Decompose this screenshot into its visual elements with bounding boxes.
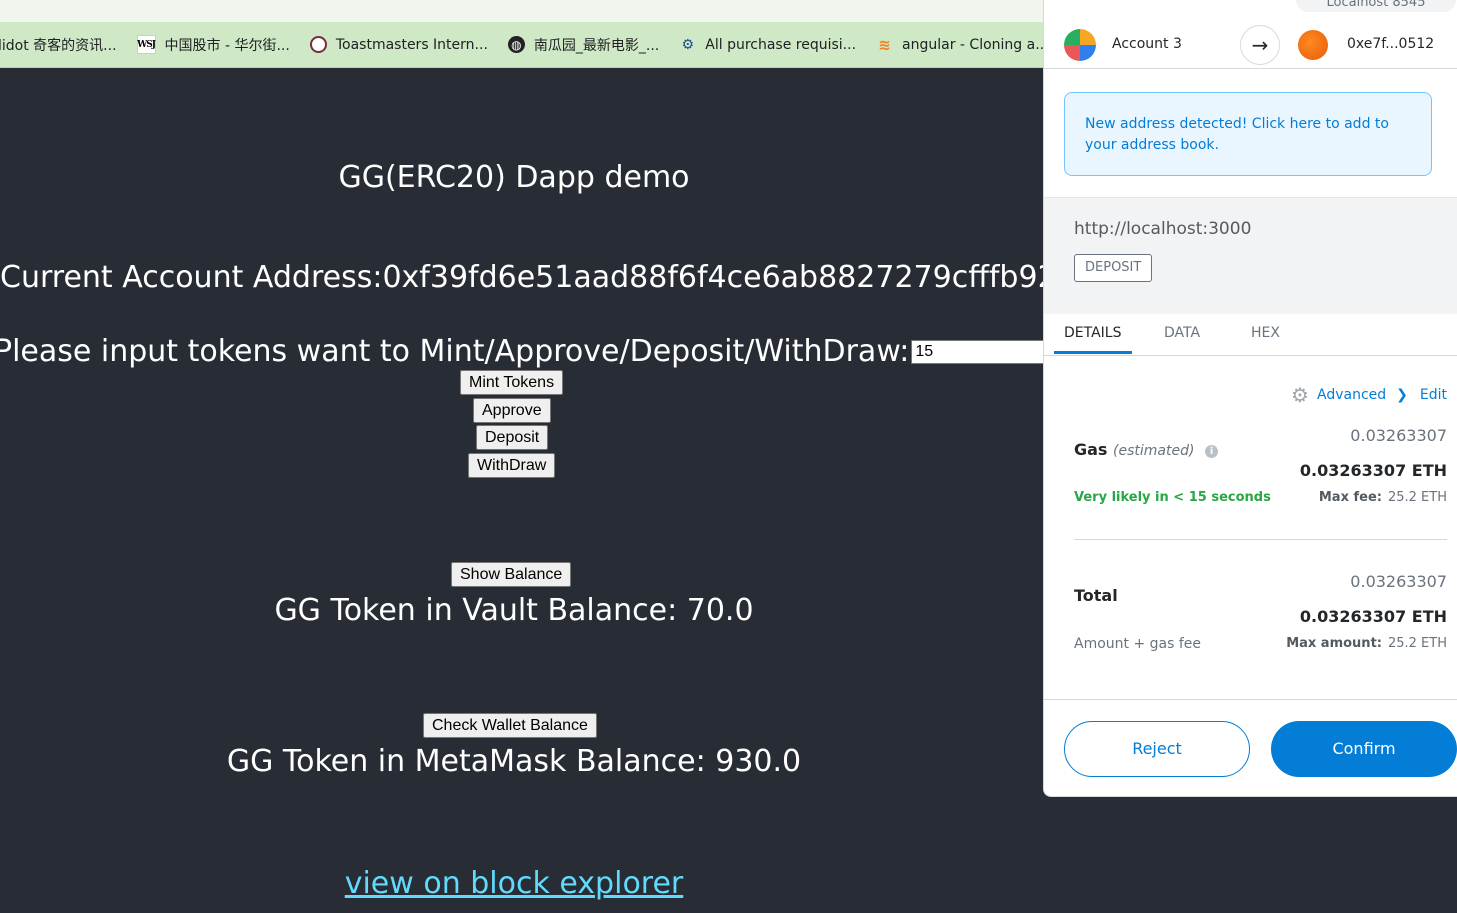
active-tab-indicator: [1054, 351, 1132, 354]
to-account-avatar: [1298, 30, 1328, 60]
gear-icon: ⚙: [1291, 383, 1309, 407]
edit-link[interactable]: Edit: [1420, 387, 1447, 403]
amount-gas-fee-label: Amount + gas fee: [1074, 636, 1202, 652]
deposit-button[interactable]: Deposit: [476, 425, 549, 450]
bookmark-purchase[interactable]: ⚙ All purchase requisi...: [679, 36, 856, 53]
tx-tabs: DETAILS DATA HEX: [1044, 313, 1457, 356]
withdraw-button[interactable]: WithDraw: [468, 453, 556, 478]
bookmark-label: All purchase requisi...: [705, 36, 857, 53]
account-transfer-row: Account 3 → 0xe7f...0512: [1044, 22, 1457, 69]
block-explorer-link-text[interactable]: view on block explorer: [345, 866, 684, 901]
gas-value-primary: 0.03263307 ETH: [1299, 461, 1447, 480]
action-footer: Reject Confirm: [1044, 699, 1457, 796]
gas-timing-estimate: Very likely in < 15 seconds: [1074, 490, 1271, 505]
bookmark-angular[interactable]: ≋ angular - Cloning a...: [876, 35, 1049, 54]
tab-hex[interactable]: HEX: [1251, 325, 1280, 341]
max-amount-value: 25.2 ETH: [1387, 636, 1447, 651]
purchase-icon: ⚙: [681, 36, 695, 53]
section-divider: [1074, 539, 1447, 540]
info-icon[interactable]: i: [1205, 445, 1219, 458]
bookmark-qike[interactable]: lidot 奇客的资讯...: [0, 35, 117, 55]
gas-label: Gas: [1074, 440, 1108, 459]
wsj-icon: WSJ: [136, 35, 156, 54]
max-amount-label: Max amount:: [1286, 636, 1382, 651]
bookmark-toastmasters[interactable]: Toastmasters Intern...: [309, 36, 488, 53]
bookmark-label: 南瓜园_最新电影_...: [533, 37, 660, 54]
gas-estimated-label: (estimated): [1113, 443, 1195, 459]
max-fee-value: 25.2 ETH: [1387, 490, 1447, 505]
dapp-page: GG(ERC20) Dapp demo Current Account Addr…: [0, 68, 1128, 913]
max-fee-row: Max fee: 25.2 ETH: [1319, 490, 1447, 505]
bookmark-label: 中国股市 - 华尔街...: [164, 37, 290, 54]
origin-section: http://localhost:3000 DEPOSIT: [1044, 197, 1457, 314]
max-amount-row: Max amount: 25.2 ETH: [1286, 636, 1447, 651]
account-address: Current Account Address:0xf39fd6e51aad88…: [0, 260, 1114, 295]
arrow-right-icon: →: [1240, 25, 1280, 65]
token-input-label: Please input tokens want to Mint/Approve…: [0, 334, 910, 369]
block-explorer-link[interactable]: view on block explorer: [0, 866, 1028, 901]
network-indicator[interactable]: Localhost 8545: [1296, 0, 1456, 12]
bookmark-nanguayuan[interactable]: ◍ 南瓜园_最新电影_...: [507, 35, 660, 55]
from-account-name: Account 3: [1112, 36, 1182, 52]
total-value-primary: 0.03263307 ETH: [1299, 607, 1447, 626]
globe-icon: ◍: [507, 36, 525, 53]
token-input-row: Please input tokens want to Mint/Approve…: [0, 334, 1128, 369]
gas-value-secondary: 0.03263307: [1350, 426, 1447, 445]
wallet-balance: GG Token in MetaMask Balance: 930.0: [226, 744, 802, 779]
page-title: GG(ERC20) Dapp demo: [338, 160, 690, 195]
total-value-secondary: 0.03263307: [1350, 572, 1447, 591]
stackoverflow-icon: ≋: [878, 35, 891, 54]
bookmark-label: Toastmasters Intern...: [335, 36, 488, 53]
chevron-right-icon: ❯: [1396, 387, 1408, 403]
bookmark-wsj[interactable]: WSJ 中国股市 - 华尔街...: [136, 35, 290, 55]
bookmark-label: lidot 奇客的资讯...: [0, 37, 117, 54]
max-fee-label: Max fee:: [1318, 490, 1382, 505]
confirm-button[interactable]: Confirm: [1271, 721, 1457, 777]
approve-button[interactable]: Approve: [473, 398, 551, 423]
reject-button[interactable]: Reject: [1064, 721, 1250, 777]
bookmark-label: angular - Cloning a...: [902, 36, 1049, 53]
vault-balance: GG Token in Vault Balance: 70.0: [274, 593, 754, 628]
total-label: Total: [1074, 586, 1118, 605]
show-balance-button[interactable]: Show Balance: [451, 562, 572, 587]
advanced-edit-row: ⚙ Advanced ❯ Edit: [1291, 383, 1447, 407]
mint-tokens-button[interactable]: Mint Tokens: [460, 370, 564, 395]
origin-url: http://localhost:3000: [1074, 219, 1252, 239]
gas-label-row: Gas (estimated) i: [1074, 440, 1219, 459]
metamask-popup: Localhost 8545 Account 3 → 0xe7f...0512 …: [1043, 0, 1457, 797]
from-account-avatar: [1064, 29, 1096, 61]
advanced-link[interactable]: Advanced: [1317, 387, 1386, 403]
new-address-notice[interactable]: New address detected! Click here to add …: [1064, 92, 1432, 176]
check-wallet-balance-button[interactable]: Check Wallet Balance: [423, 713, 597, 738]
to-address[interactable]: 0xe7f...0512: [1347, 36, 1434, 52]
method-tag: DEPOSIT: [1074, 254, 1153, 282]
toastmasters-icon: [309, 36, 327, 53]
tab-data[interactable]: DATA: [1164, 325, 1200, 341]
tab-details[interactable]: DETAILS: [1064, 325, 1121, 341]
